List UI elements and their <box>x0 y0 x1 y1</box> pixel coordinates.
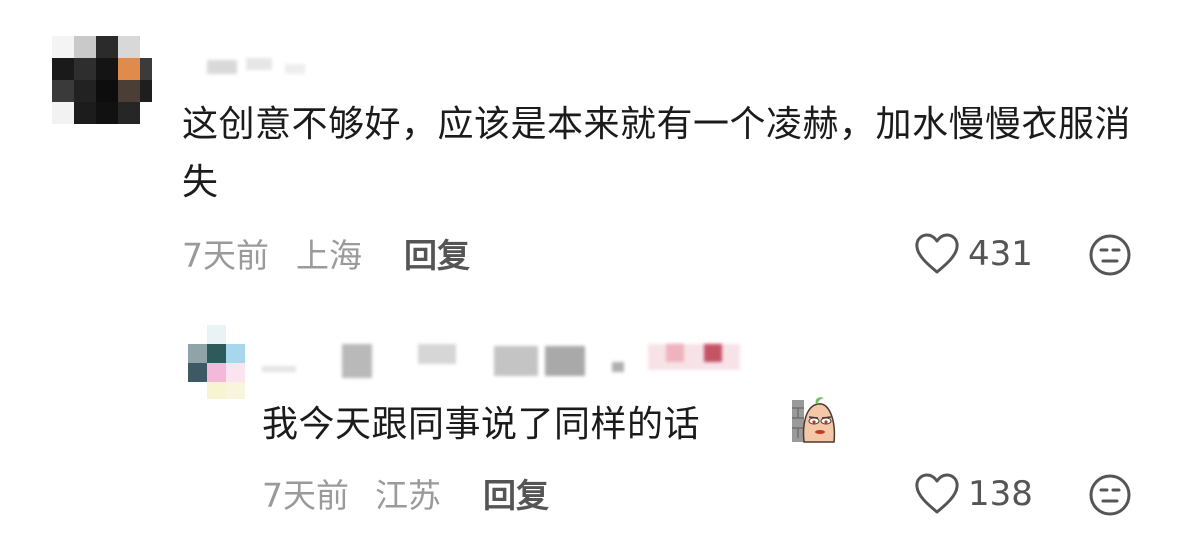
comment-text: 我今天跟同事说了同样的话 <box>262 404 701 445</box>
comment-2: 我今天跟同事说了同样的话 7天前 江苏 回复 138 <box>0 300 1200 542</box>
comment-time: 7天前 <box>262 476 349 515</box>
heart-outline-icon[interactable] <box>914 232 960 276</box>
user-avatar[interactable] <box>188 325 248 399</box>
comment-location: 上海 <box>296 236 362 275</box>
user-avatar[interactable] <box>52 36 152 136</box>
comment-location: 江苏 <box>375 476 441 515</box>
comment-text: 这创意不够好，应该是本来就有一个凌赫，加水慢慢衣服消失 <box>182 104 1132 203</box>
like-count: 138 <box>968 474 1033 514</box>
comment-time: 7天前 <box>182 236 269 275</box>
like-count: 431 <box>968 234 1033 274</box>
reply-button[interactable]: 回复 <box>404 236 470 276</box>
neutral-face-icon[interactable] <box>1088 473 1132 517</box>
neutral-face-icon[interactable] <box>1088 233 1132 277</box>
peeking-bean-sticker <box>790 394 838 444</box>
reply-button[interactable]: 回复 <box>483 476 549 516</box>
heart-outline-icon[interactable] <box>914 472 960 516</box>
comment-1: 这创意不够好，应该是本来就有一个凌赫，加水慢慢衣服消失 7天前 上海 回复 43… <box>0 0 1200 290</box>
